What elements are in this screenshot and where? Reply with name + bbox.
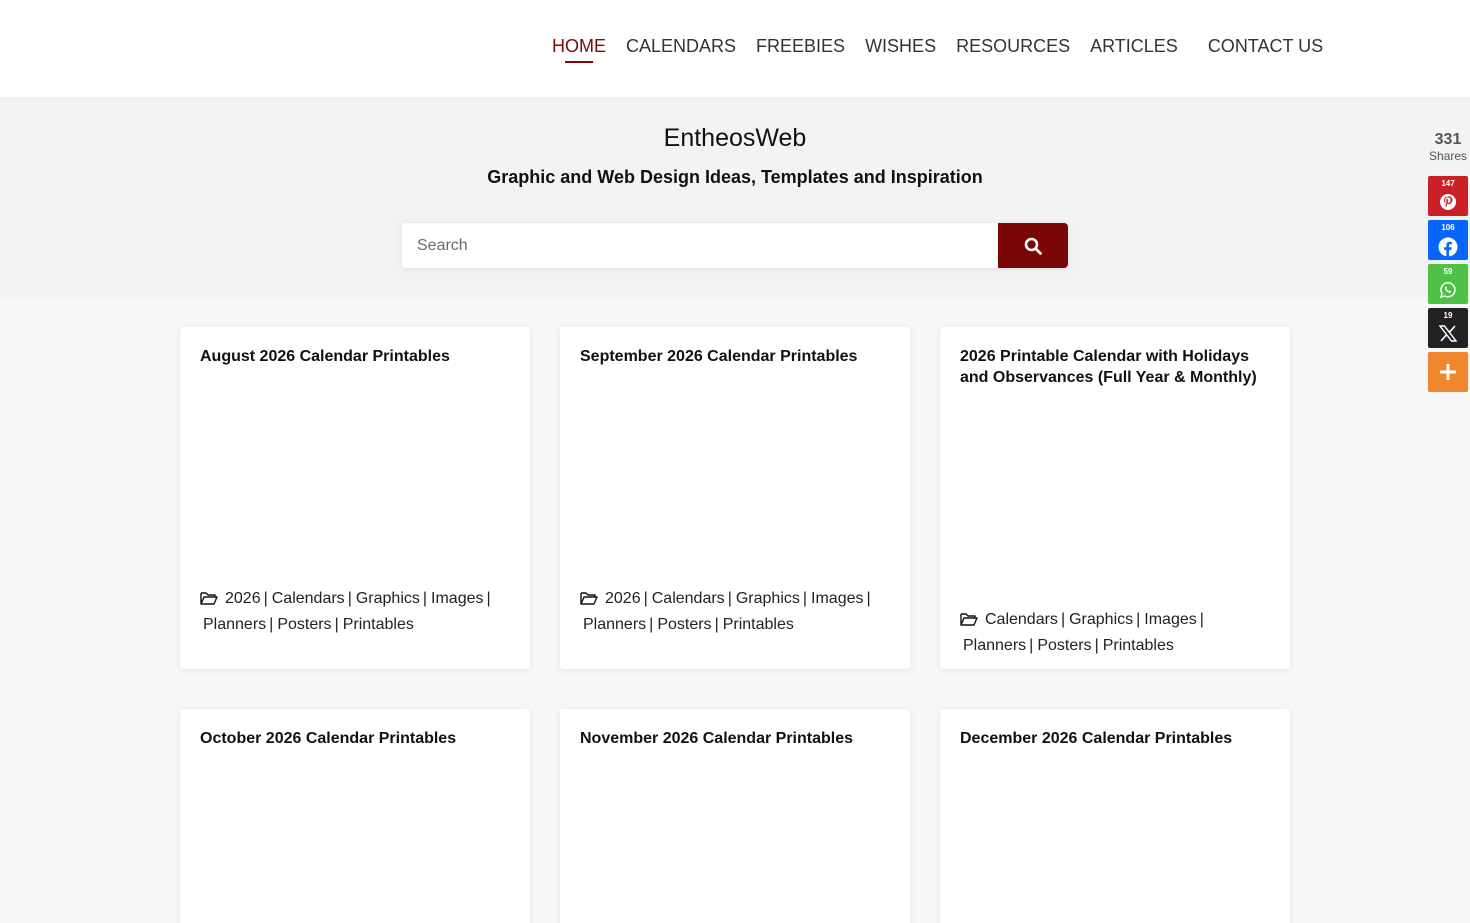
category-link[interactable]: Calendars [652,590,725,607]
nav-home[interactable]: HOME [552,36,606,63]
pinterest-share-button[interactable]: 147 [1428,176,1468,216]
category-link[interactable]: Calendars [985,611,1058,628]
post-title[interactable]: 2026 Printable Calendar with Holidays an… [960,346,1268,388]
category-link[interactable]: Planners [583,616,646,633]
post-title[interactable]: December 2026 Calendar Printables [960,728,1268,749]
x-icon [1439,325,1457,342]
hero-banner: EntheosWeb Graphic and Web Design Ideas,… [0,97,1470,298]
facebook-icon [1438,237,1458,257]
more-share-button[interactable] [1428,352,1468,392]
post-categories: 2026 | Calendars | Graphics | Images | Planners |… [200,586,512,638]
share-count: 59 [1443,267,1453,276]
search-form [402,223,1068,268]
post-card: September 2026 Calendar Printables 2026 |… [560,327,910,669]
category-link[interactable]: Graphics [1069,611,1133,628]
nav-articles[interactable]: ARTICLES [1090,36,1178,57]
folder-open-icon [960,613,978,626]
search-input[interactable] [402,223,998,268]
search-icon [1024,237,1042,255]
share-label: Shares [1428,149,1468,163]
category-link[interactable]: Posters [277,616,331,633]
category-link[interactable]: 2026 [225,590,261,607]
category-link[interactable]: Planners [963,637,1026,654]
post-title[interactable]: November 2026 Calendar Printables [580,728,888,749]
post-title[interactable]: September 2026 Calendar Printables [580,346,888,367]
folder-open-icon [580,592,598,605]
category-link[interactable]: 2026 [605,590,641,607]
post-title[interactable]: August 2026 Calendar Printables [200,346,508,367]
pinterest-icon [1440,194,1456,210]
x-share-button[interactable]: 19 [1428,308,1468,348]
facebook-share-button[interactable]: 106 [1428,220,1468,260]
share-count: 106 [1441,223,1455,232]
category-link[interactable]: Printables [1103,637,1174,654]
whatsapp-icon [1439,282,1456,299]
site-tagline: Graphic and Web Design Ideas, Templates … [487,167,983,187]
share-total: 331 [1434,131,1462,148]
category-link[interactable]: Calendars [272,590,345,607]
post-card: December 2026 Calendar Printables [940,709,1290,923]
category-link[interactable]: Images [431,590,483,607]
post-title[interactable]: October 2026 Calendar Printables [200,728,508,749]
folder-open-icon [200,592,218,605]
nav-freebies[interactable]: FREEBIES [756,36,845,57]
category-link[interactable]: Images [1144,611,1196,628]
category-link[interactable]: Printables [343,616,414,633]
share-sidebar: 331 Shares 147 106 59 19 [1428,130,1468,392]
header: HOME CALENDARS FREEBIES WISHES RESOURCES… [0,0,1470,97]
site-title[interactable]: EntheosWeb [0,124,1470,153]
post-categories: Calendars | Graphics | Images | Planners | Poste… [960,607,1272,659]
post-card: 2026 Printable Calendar with Holidays an… [940,327,1290,669]
share-count: 147 [1441,179,1455,188]
nav-wishes[interactable]: WISHES [865,36,936,57]
whatsapp-share-button[interactable]: 59 [1428,264,1468,304]
post-card: November 2026 Calendar Printables [560,709,910,923]
search-button[interactable] [998,223,1068,268]
post-card: August 2026 Calendar Printables 2026 | Cal… [180,327,530,669]
category-link[interactable]: Posters [657,616,711,633]
nav-calendars[interactable]: CALENDARS [626,36,736,57]
category-link[interactable]: Planners [203,616,266,633]
category-link[interactable]: Printables [723,616,794,633]
main-nav: HOME CALENDARS FREEBIES WISHES RESOURCES… [552,36,1323,63]
category-link[interactable]: Graphics [736,590,800,607]
category-link[interactable]: Graphics [356,590,420,607]
plus-icon [1440,364,1456,380]
post-card: October 2026 Calendar Printables [180,709,530,923]
share-count: 19 [1443,311,1453,320]
nav-resources[interactable]: RESOURCES [956,36,1070,57]
category-link[interactable]: Posters [1037,637,1091,654]
nav-contact-us[interactable]: CONTACT US [1208,36,1323,57]
post-categories: 2026 | Calendars | Graphics | Images | Planners |… [580,586,892,638]
category-link[interactable]: Images [811,590,863,607]
